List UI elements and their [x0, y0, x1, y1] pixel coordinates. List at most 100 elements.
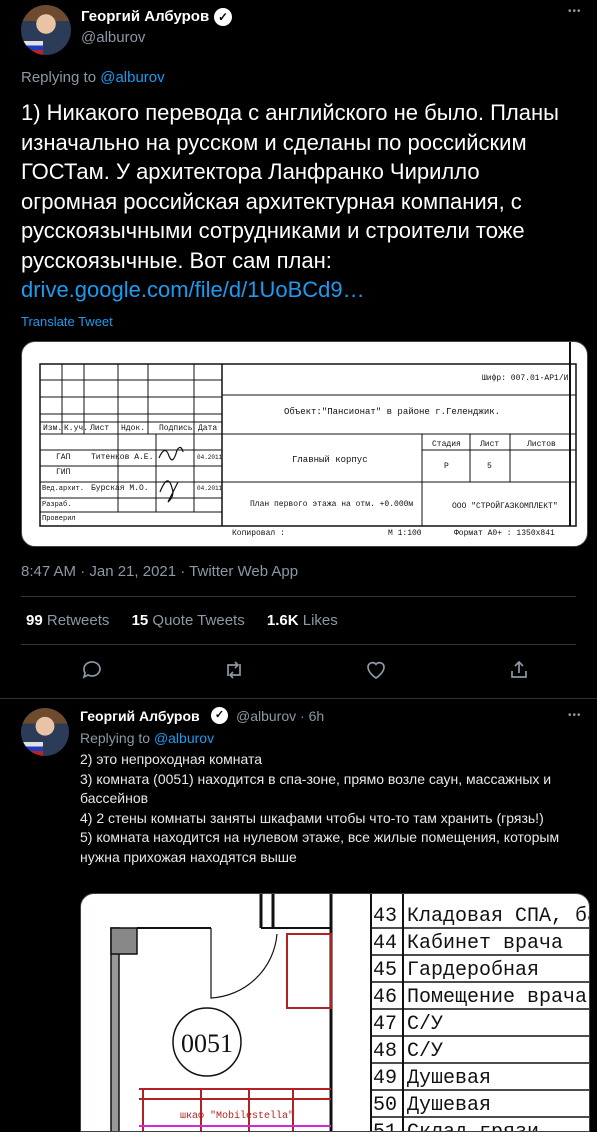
quote-count: 15: [131, 612, 149, 629]
header-ndok: Ндок.: [121, 424, 145, 433]
handle-text[interactable]: @alburov: [236, 708, 296, 724]
company-text: ООО "СТРОЙГАЗКОМПЛЕКТ": [452, 501, 558, 511]
room-name-51: Склад грязи: [407, 1121, 539, 1132]
quote-label: Quote Tweets: [152, 612, 245, 629]
translate-tweet-link[interactable]: Translate Tweet: [21, 314, 113, 329]
replying-prefix: Replying to: [80, 730, 154, 746]
verified-icon: ✓: [214, 8, 232, 26]
retweets-label: Retweets: [46, 612, 110, 629]
plan-image[interactable]: Шифр: 007.01-АР1/И Объект:"Пансионат" в …: [21, 341, 588, 547]
author-name[interactable]: Георгий Албуров: [80, 708, 200, 724]
tweet-timestamp[interactable]: 8:47 AM · Jan 21, 2021 · Twitter Web App: [21, 563, 298, 580]
sheet-header: Лист: [479, 440, 499, 449]
room-num-50: 50: [373, 1094, 397, 1117]
role-razrab: Разраб.: [42, 500, 71, 509]
action-bar: [0, 650, 597, 690]
retweets-stat[interactable]: 99 Retweets: [26, 612, 109, 629]
reply-icon[interactable]: [80, 658, 104, 682]
room-name-48: С/У: [407, 1040, 443, 1063]
divider: [21, 596, 576, 597]
room-name-49: Душевая: [407, 1067, 491, 1090]
room-name-44: Кабинет врача: [407, 932, 563, 955]
room-num-43: 43: [373, 905, 397, 928]
reply-line-4: 4) 2 стены комнаты заняты шкафами чтобы …: [80, 809, 544, 826]
cabinet-label: шкаф "Mobilestella": [180, 1109, 294, 1122]
room-name-45: Гардеробная: [407, 959, 539, 982]
role-gip: ГИП: [56, 468, 71, 477]
tweet-stats: 99 Retweets 15 Quote Tweets 1.6K Likes: [26, 612, 356, 629]
sheet-value: 5: [487, 462, 492, 471]
room-num-45: 45: [373, 959, 397, 982]
room-name-47: С/У: [407, 1013, 443, 1036]
author-handle[interactable]: @alburov: [81, 29, 145, 46]
avatar[interactable]: [21, 5, 71, 55]
cipher-text: Шифр: 007.01-АР1/И: [482, 374, 569, 383]
author-handle: @alburov · 6h: [236, 708, 324, 724]
room-num-44: 44: [373, 932, 397, 955]
header-izm: Изм.: [43, 424, 62, 433]
tweet-text: 1) Никакого перевода с английского не бы…: [21, 98, 581, 305]
role-arch: Вед.архит.: [42, 485, 84, 493]
role-gap: ГАП: [56, 453, 71, 462]
room-name-50: Душевая: [407, 1094, 491, 1117]
room-number: 0051: [181, 1029, 233, 1058]
room-name-43: Кладовая СПА, басс: [407, 905, 590, 928]
retweets-count: 99: [26, 612, 43, 629]
tweet-time[interactable]: · 6h: [300, 708, 324, 724]
reply-line-3: 3) комната (0051) находится в спа-зоне, …: [80, 770, 552, 807]
format-text: Формат А0+ : 1350х841: [454, 529, 555, 538]
likes-label: Likes: [302, 612, 338, 629]
name-arch: Бурская М.О.: [91, 484, 149, 493]
room-num-46: 46: [373, 986, 397, 1009]
drawing-title: План первого этажа на отм. +0.000м: [250, 500, 413, 509]
tweet-separator: [0, 698, 597, 699]
header-data: Дата: [198, 424, 217, 433]
likes-count: 1.6K: [266, 612, 299, 629]
header-podpis: Подпись: [159, 424, 193, 433]
building-text: Главный корпус: [292, 455, 368, 465]
author-name[interactable]: Георгий Албуров: [81, 8, 209, 25]
name-gap: Титенков А.Е.: [91, 453, 153, 462]
scale-text: М 1:100: [388, 529, 422, 538]
tweet-link[interactable]: drive.google.com/file/d/1UoBCd9…: [21, 277, 365, 302]
room-num-51: 51: [373, 1121, 397, 1132]
header-kuch: К.уч.: [64, 424, 88, 433]
verified-icon: ✓: [211, 707, 228, 724]
title-block-drawing: Шифр: 007.01-АР1/И Объект:"Пансионат" в …: [39, 342, 577, 538]
header-list: Лист: [89, 424, 109, 433]
stage-value: Р: [444, 462, 449, 471]
reply-text: 2) это непроходная комната 3) комната (0…: [80, 750, 580, 867]
replying-to: Replying to @alburov: [21, 69, 165, 86]
floor-plan-image[interactable]: 0051 шкаф "Mobilestella" 43 Кладовая СПА…: [80, 893, 590, 1132]
replying-prefix: Replying to: [21, 69, 101, 86]
replying-handle-link[interactable]: @alburov: [100, 69, 164, 86]
reply-line-5: 5) комната находится на нулевом этаже, в…: [80, 829, 560, 865]
sheets-header: Листов: [526, 440, 556, 449]
room-num-49: 49: [373, 1067, 397, 1090]
quote-tweets-stat[interactable]: 15 Quote Tweets: [132, 612, 245, 629]
reply-line-2: 2) это непроходная комната: [80, 751, 263, 767]
floor-plan-drawing: 0051 шкаф "Mobilestella" 43 Кладовая СПА…: [110, 894, 590, 1132]
copied-text: Копировал :: [232, 529, 285, 538]
like-icon[interactable]: [364, 658, 388, 682]
role-proveril: Проверил: [42, 515, 76, 523]
room-num-48: 48: [373, 1040, 397, 1063]
object-text: Объект:"Пансионат" в районе г.Геленджик.: [284, 407, 500, 417]
stage-header: Стадия: [432, 440, 461, 449]
flag-badge: [21, 41, 43, 55]
flag-badge: [21, 742, 43, 756]
share-icon[interactable]: [507, 658, 531, 682]
room-name-46: Помещение врача и: [407, 986, 590, 1009]
retweet-icon[interactable]: [222, 658, 246, 682]
date-arch: 04.2011: [197, 485, 223, 492]
room-num-47: 47: [373, 1013, 397, 1036]
tweet-body: 1) Никакого перевода с английского не бы…: [21, 100, 559, 273]
date-gap: 04.2011: [197, 454, 223, 461]
more-options-icon[interactable]: •••: [568, 710, 582, 721]
replying-to: Replying to @alburov: [80, 730, 214, 746]
avatar[interactable]: [21, 708, 69, 756]
divider: [21, 644, 576, 645]
more-options-icon[interactable]: •••: [568, 6, 582, 17]
replying-handle-link[interactable]: @alburov: [154, 730, 214, 746]
likes-stat[interactable]: 1.6K Likes: [267, 612, 338, 629]
